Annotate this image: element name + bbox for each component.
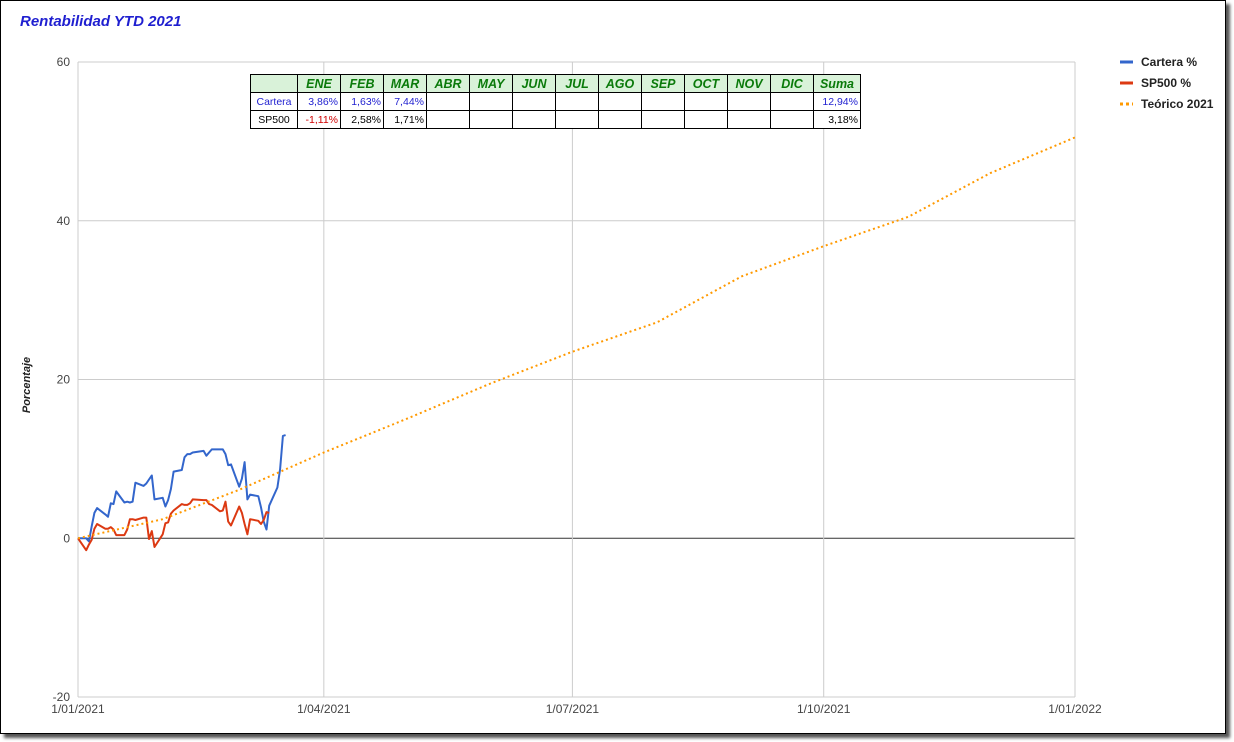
y-axis-label: Porcentaje: [21, 357, 33, 413]
table-header-ene: ENE: [297, 74, 341, 93]
table-header-dic: DIC: [770, 74, 814, 93]
table-header-corner: [250, 74, 298, 93]
table-cell: [426, 110, 470, 129]
table-cell: [598, 110, 642, 129]
table-cell: 1,63%: [340, 92, 384, 111]
table-cell: [555, 92, 599, 111]
table-cell: 7,44%: [383, 92, 427, 111]
chart-title: Rentabilidad YTD 2021: [20, 13, 181, 30]
table-row-label: SP500: [250, 110, 298, 129]
series-line-0: [78, 434, 286, 543]
table-cell-total: 12,94%: [813, 92, 861, 111]
table-cell: [598, 92, 642, 111]
y-tick-label: 40: [57, 214, 71, 228]
table-row-label: Cartera: [250, 92, 298, 111]
table-cell: [641, 110, 685, 129]
table-header-sep: SEP: [641, 74, 685, 93]
x-tick-label: 1/10/2021: [797, 702, 851, 716]
table-header-ago: AGO: [598, 74, 642, 93]
table-header-may: MAY: [469, 74, 513, 93]
series-line-1: [77, 498, 270, 552]
legend-item-label[interactable]: SP500 %: [1141, 76, 1191, 90]
x-tick-label: 1/01/2021: [51, 702, 105, 716]
legend[interactable]: Cartera % SP500 % Teórico 2021: [1120, 55, 1214, 111]
table-cell: [512, 110, 556, 129]
series-layer: [77, 136, 1076, 552]
table-header-jun: JUN: [512, 74, 556, 93]
table-cell-total: 3,18%: [813, 110, 861, 129]
table-cell: [641, 92, 685, 111]
table-cell: [555, 110, 599, 129]
table-cell: [684, 92, 728, 111]
table-cell: -1,11%: [297, 110, 341, 129]
table-row-sp500: SP500 -1,11% 2,58% 1,71% 3,18%: [250, 110, 861, 129]
table-header-mar: MAR: [383, 74, 427, 93]
grid-layer: 6040200-201/01/2021 1/04/2021 1/07/2021 1/1…: [51, 55, 1102, 716]
table-header-nov: NOV: [727, 74, 771, 93]
table-cell: [469, 92, 513, 111]
table-cell: [770, 92, 814, 111]
y-tick-label: 0: [63, 531, 70, 545]
series-line-2: [77, 136, 1076, 540]
table-header-feb: FEB: [340, 74, 384, 93]
table-cell: [684, 110, 728, 129]
table-header-oct: OCT: [684, 74, 728, 93]
table-cell: [770, 110, 814, 129]
table-cell: [426, 92, 470, 111]
y-tick-label: 60: [57, 55, 71, 69]
monthly-returns-table: ENE FEB MAR ABR MAY JUN JUL AGO SEP OCT …: [250, 74, 861, 129]
table-cell: [512, 92, 556, 111]
legend-item-label[interactable]: Teórico 2021: [1141, 97, 1214, 111]
table-header-row: ENE FEB MAR ABR MAY JUN JUL AGO SEP OCT …: [250, 74, 861, 93]
table-row-cartera: Cartera 3,86% 1,63% 7,44% 12,94%: [250, 92, 861, 111]
table-cell: 3,86%: [297, 92, 341, 111]
table-header-abr: ABR: [426, 74, 470, 93]
table-header-suma: Suma: [813, 74, 861, 93]
table-header-jul: JUL: [555, 74, 599, 93]
x-tick-label: 1/01/2022: [1048, 702, 1102, 716]
legend-item-label[interactable]: Cartera %: [1141, 55, 1197, 69]
table-cell: [727, 92, 771, 111]
x-tick-label: 1/07/2021: [546, 702, 600, 716]
table-cell: [727, 110, 771, 129]
table-cell: 2,58%: [340, 110, 384, 129]
table-cell: 1,71%: [383, 110, 427, 129]
x-tick-label: 1/04/2021: [297, 702, 351, 716]
y-tick-label: 20: [57, 373, 71, 387]
table-cell: [469, 110, 513, 129]
